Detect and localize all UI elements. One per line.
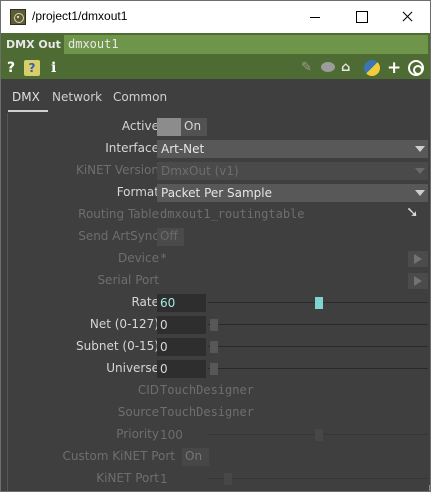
touchdesigner-app-icon [10,9,26,25]
param-row-serial-port: Serial Port [8,269,430,291]
param-label: Send ArtSync [78,229,159,243]
title-bar[interactable]: /project1/dmxout1 [1,1,430,33]
param-row-universe: Universe 0 [8,357,430,379]
device-field: * [160,251,168,265]
operator-header: DMX Out dmxout1 [1,33,430,57]
tab-dmx[interactable]: DMX [8,90,48,112]
universe-slider-handle[interactable] [210,363,218,375]
param-label: Source [117,405,159,419]
routing-arrow-icon[interactable]: ➘ [406,203,419,221]
dropdown-value: DmxOut (v1) [161,164,239,178]
param-label: CID [137,383,159,397]
close-button[interactable] [384,1,430,33]
net-field[interactable]: 0 [157,316,206,334]
resize-grip-icon[interactable] [422,485,430,491]
send-artsync-toggle: Off [157,228,184,246]
toggle-value: On [184,119,202,133]
subnet-slider-track[interactable] [208,346,428,347]
kinet-version-dropdown: DmxOut (v1) [157,162,428,180]
param-row-source: Source TouchDesigner [8,401,430,423]
chevron-down-icon [415,168,425,174]
active-toggle[interactable]: On [157,118,207,136]
plus-icon[interactable]: + [387,60,401,77]
source-field: TouchDesigner [160,405,254,419]
param-label: KiNET Version [75,163,159,177]
param-label: Universe [106,361,159,375]
format-dropdown[interactable]: Packet Per Sample [157,184,428,202]
dmx-out-parameter-window: /project1/dmxout1 DMX Out dmxout1 ? ? i … [0,0,431,492]
kinet-port-field: 1 [160,472,168,486]
tag-icon[interactable]: ⌂ [341,60,350,76]
parameter-list: Active On Interface Art-Net KiNET Versio… [7,113,430,491]
maximize-button[interactable] [338,1,384,33]
param-label: KiNET Port [96,471,159,485]
kinet-port-slider-track [208,478,428,479]
param-label: Custom KiNET Port [62,449,175,463]
operator-name-field[interactable]: dmxout1 [64,35,428,54]
kinet-port-slider-handle [224,473,232,485]
chevron-down-icon [415,190,425,196]
param-row-priority: Priority 100 [8,423,430,445]
dropdown-value: Art-Net [161,142,205,156]
parameter-page-tabs: DMX Network Common [1,79,430,113]
subnet-field[interactable]: 0 [157,338,206,356]
universe-field[interactable]: 0 [157,360,206,378]
param-label: Subnet (0-15) [76,339,159,353]
priority-field: 100 [160,428,183,442]
comment-icon[interactable] [321,62,335,72]
device-menu-arrow-icon [408,251,428,267]
custom-kinet-port-toggle: On [182,448,209,466]
param-row-format: Format Packet Per Sample [8,181,430,203]
param-label: Priority [116,427,159,441]
help-icon[interactable]: ? [7,60,15,76]
python-help-icon[interactable]: ? [24,60,40,76]
rate-field[interactable]: 60 [157,294,206,312]
net-slider-handle[interactable] [210,319,218,331]
toggle-value: Off [160,229,178,243]
param-label: Rate [131,295,159,309]
param-row-active: Active On [8,115,430,137]
tab-network[interactable]: Network [52,90,102,104]
operator-type-label: DMX Out [6,38,61,51]
interface-dropdown[interactable]: Art-Net [157,140,428,158]
target-icon[interactable] [408,60,424,76]
dropdown-value: Packet Per Sample [161,186,273,200]
chevron-down-icon [415,146,425,152]
toggle-value: On [185,449,203,463]
param-label: Serial Port [97,273,159,287]
python-icon[interactable] [364,60,380,76]
net-slider-track[interactable] [208,324,428,325]
param-row-device: Device * [8,247,430,269]
info-icon[interactable]: i [51,60,56,76]
tab-common[interactable]: Common [113,90,167,104]
param-row-subnet: Subnet (0-15) 0 [8,335,430,357]
universe-slider-track[interactable] [208,368,428,369]
minimize-button[interactable] [292,1,338,33]
param-label: Device [117,251,159,265]
param-row-routing-table: Routing Table dmxout1_routingtable ➘ [8,203,430,225]
pencil-icon[interactable]: ✎ [301,60,312,76]
param-label: Routing Table [78,207,159,221]
param-row-rate: Rate 60 [8,291,430,313]
param-row-net: Net (0-127) 0 [8,313,430,335]
cid-field: TouchDesigner [160,383,254,397]
param-label: Active [121,119,159,133]
param-label: Net (0-127) [89,317,159,331]
param-label: Format [116,185,159,199]
subnet-slider-handle[interactable] [210,341,218,353]
param-row-kinet-version: KiNET Version DmxOut (v1) [8,159,430,181]
operator-toolbar: ? ? i ✎ ⌂ + [1,57,430,79]
param-row-cid: CID TouchDesigner [8,379,430,401]
window-title: /project1/dmxout1 [32,9,128,23]
param-row-custom-kinet-port: Custom KiNET Port On [8,445,430,467]
priority-slider-handle [315,429,323,441]
param-row-send-artsync: Send ArtSync Off [8,225,430,247]
param-row-interface: Interface Art-Net [8,137,430,159]
rate-slider-handle[interactable] [315,297,323,309]
serial-port-menu-arrow-icon [408,273,428,289]
routing-table-field[interactable]: dmxout1_routingtable [160,207,305,221]
param-row-kinet-port: KiNET Port 1 [8,467,430,489]
param-label: Interface [105,141,159,155]
